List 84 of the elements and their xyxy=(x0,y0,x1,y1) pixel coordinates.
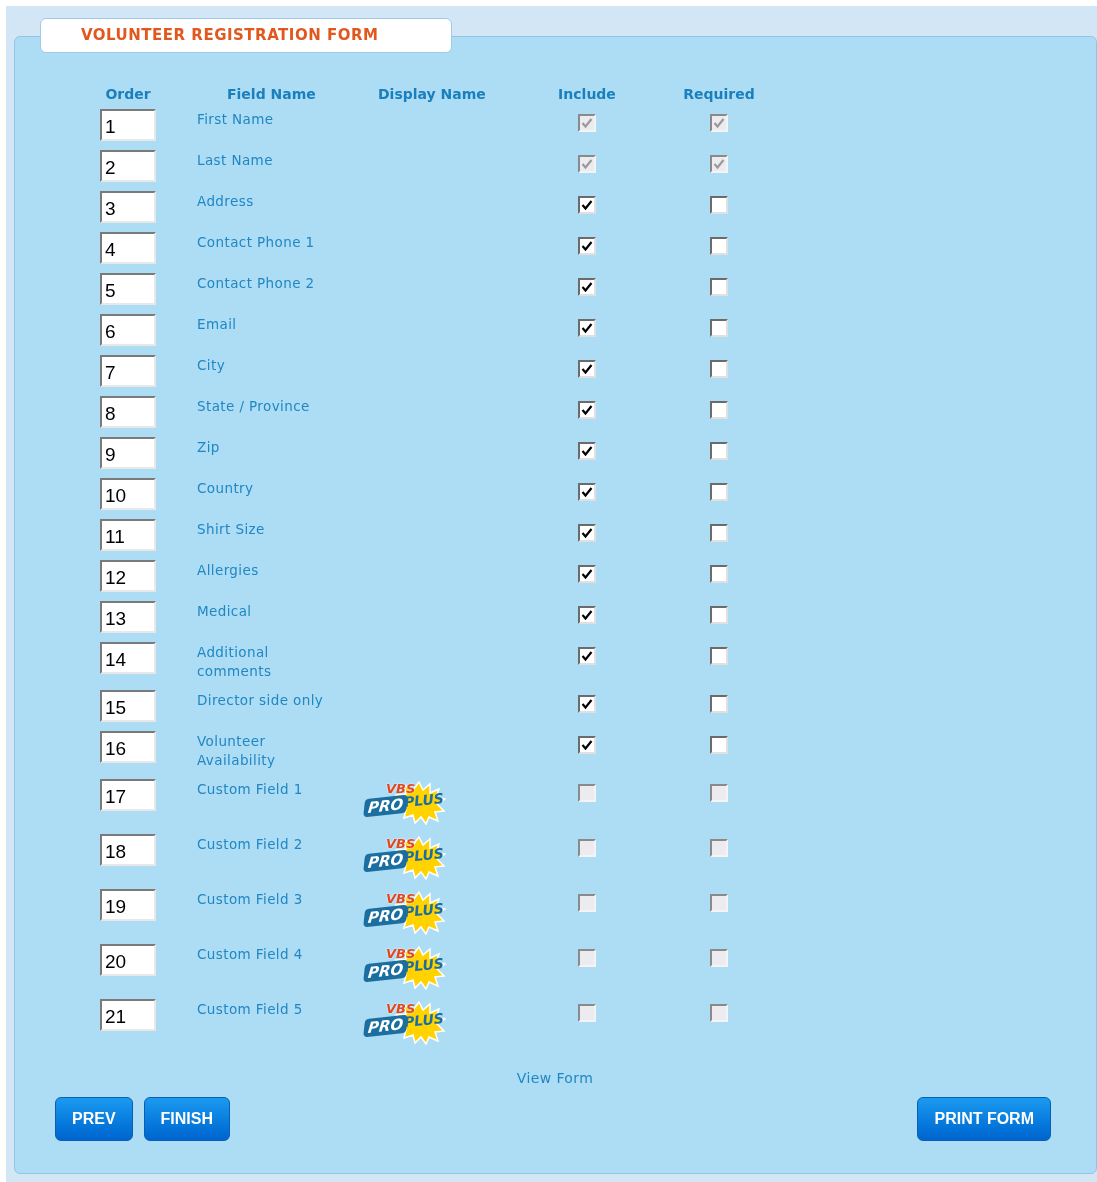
checkbox[interactable] xyxy=(578,319,596,337)
order-field[interactable]: 4 xyxy=(100,232,156,264)
order-field[interactable]: 21 xyxy=(100,999,156,1031)
field-name: Zip xyxy=(197,438,221,457)
field-name: Allergies xyxy=(197,561,260,580)
field-name: State / Province xyxy=(197,397,311,416)
order-field[interactable]: 3 xyxy=(100,191,156,223)
checkbox[interactable] xyxy=(710,483,728,501)
checkbox[interactable] xyxy=(578,565,596,583)
order-field[interactable]: 18 xyxy=(100,834,156,866)
order-field[interactable]: 6 xyxy=(100,314,156,346)
order-field[interactable]: 19 xyxy=(100,889,156,921)
nav-button[interactable]: FINISH xyxy=(143,1097,231,1141)
field-name: Address xyxy=(197,192,255,211)
checkbox[interactable] xyxy=(578,483,596,501)
checkbox[interactable] xyxy=(710,695,728,713)
order-field[interactable]: 20 xyxy=(100,944,156,976)
column-header: Order xyxy=(104,85,152,104)
column-header: Field Name xyxy=(226,85,317,104)
order-field[interactable]: 13 xyxy=(100,601,156,633)
checkbox[interactable] xyxy=(578,524,596,542)
checkbox[interactable] xyxy=(710,565,728,583)
checkbox[interactable] xyxy=(578,237,596,255)
checkbox[interactable] xyxy=(578,401,596,419)
checkbox[interactable] xyxy=(710,360,728,378)
logo-text: VBS xyxy=(386,837,416,850)
checkbox[interactable] xyxy=(710,319,728,337)
order-field[interactable]: 14 xyxy=(100,642,156,674)
order-field[interactable]: 1 xyxy=(100,109,156,141)
field-name: Medical xyxy=(197,602,253,621)
column-header: Display Name xyxy=(378,85,487,104)
checkbox[interactable] xyxy=(710,647,728,665)
print-form-button[interactable]: PRINT FORM xyxy=(917,1097,1051,1141)
field-name: Custom Field 1 xyxy=(197,780,304,799)
checkbox[interactable] xyxy=(578,606,596,624)
logo-text: VBS xyxy=(386,1002,416,1015)
checkbox[interactable] xyxy=(578,647,596,665)
checkbox[interactable] xyxy=(578,736,596,754)
checkbox[interactable] xyxy=(710,736,728,754)
checkbox[interactable] xyxy=(578,442,596,460)
order-field[interactable]: 12 xyxy=(100,560,156,592)
order-field[interactable]: 10 xyxy=(100,478,156,510)
field-name: Custom Field 4 xyxy=(197,945,304,964)
order-field[interactable]: 2 xyxy=(100,150,156,182)
order-field[interactable]: 17 xyxy=(100,779,156,811)
field-name: Shirt Size xyxy=(197,520,266,539)
field-name: Additional comments xyxy=(197,643,273,681)
field-name: Custom Field 2 xyxy=(197,835,304,854)
field-name: Email xyxy=(197,315,238,334)
column-header: Include xyxy=(557,85,617,104)
checkbox[interactable] xyxy=(710,524,728,542)
checkbox[interactable] xyxy=(710,278,728,296)
checkbox[interactable] xyxy=(578,196,596,214)
checkbox[interactable] xyxy=(710,401,728,419)
order-field[interactable]: 9 xyxy=(100,437,156,469)
checkbox[interactable] xyxy=(578,360,596,378)
field-name: Volunteer Availability xyxy=(197,732,277,770)
checkbox[interactable] xyxy=(710,442,728,460)
order-field[interactable]: 7 xyxy=(100,355,156,387)
nav-button[interactable]: PREV xyxy=(55,1097,133,1141)
field-name: Director side only xyxy=(197,691,325,710)
logo-text: VBS xyxy=(386,947,416,960)
checkbox[interactable] xyxy=(710,606,728,624)
field-name: Last Name xyxy=(197,151,274,170)
logo-text: VBS xyxy=(386,782,416,795)
field-name: Custom Field 5 xyxy=(197,1000,304,1019)
order-field[interactable]: 15 xyxy=(100,690,156,722)
column-header: Required xyxy=(682,85,756,104)
order-field[interactable]: 5 xyxy=(100,273,156,305)
field-name: First Name xyxy=(197,110,275,129)
form-title: VOLUNTEER REGISTRATION FORM xyxy=(81,25,379,47)
order-field[interactable]: 8 xyxy=(100,396,156,428)
checkbox[interactable] xyxy=(578,278,596,296)
checkbox[interactable] xyxy=(578,695,596,713)
field-name: Contact Phone 1 xyxy=(197,233,316,252)
field-name: City xyxy=(197,356,227,375)
checkbox[interactable] xyxy=(710,196,728,214)
checkbox[interactable] xyxy=(710,237,728,255)
order-field[interactable]: 16 xyxy=(100,731,156,763)
field-name: Custom Field 3 xyxy=(197,890,304,909)
logo-text: VBS xyxy=(386,892,416,905)
field-name: Contact Phone 2 xyxy=(197,274,316,293)
field-name: Country xyxy=(197,479,255,498)
order-field[interactable]: 11 xyxy=(100,519,156,551)
